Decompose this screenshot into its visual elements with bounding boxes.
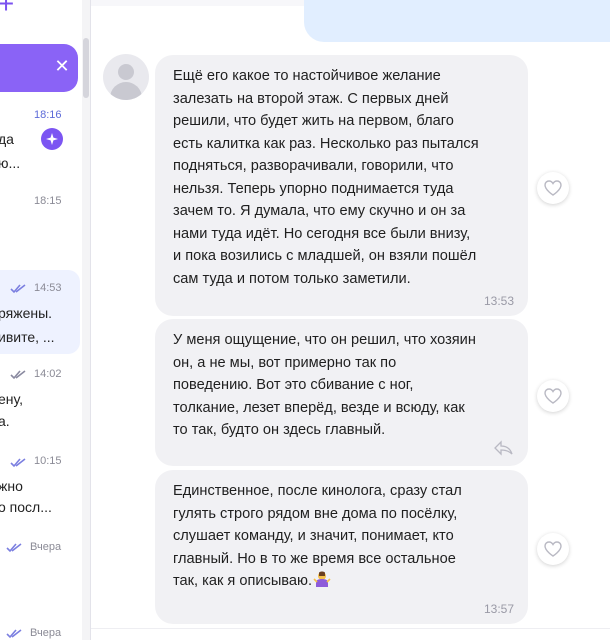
message-text: Ещё его какое то настойчивое желание зал…: [173, 68, 479, 287]
chat-preview-line: ряжены.: [0, 305, 53, 321]
reply-arrow-icon[interactable]: [494, 440, 514, 456]
chat-list-item[interactable]: 10:15 жно о посл...: [0, 448, 80, 532]
chat-preview-line: ивите, ...: [0, 329, 55, 345]
react-heart-button[interactable]: [537, 533, 569, 565]
chat-list-item[interactable]: 18:15: [0, 186, 80, 266]
chat-preview-line: ену,: [0, 391, 24, 407]
chat-list-item[interactable]: Вчера: [0, 622, 80, 640]
chat-time: 10:15: [34, 455, 62, 467]
message-time: 13:57: [483, 602, 514, 616]
incoming-message-bubble[interactable]: У меня ощущение, что он решил, что хозяи…: [155, 319, 528, 466]
sender-avatar[interactable]: [103, 54, 149, 100]
heart-icon: [544, 541, 562, 557]
double-check-icon: [10, 458, 26, 468]
chat-time: 14:53: [34, 282, 62, 294]
double-check-icon: [10, 370, 26, 380]
chat-time: Вчера: [30, 627, 62, 639]
chat-preview-line: жно: [0, 478, 23, 494]
close-icon[interactable]: ✕: [54, 57, 70, 75]
message-text: Единственное, после кинолога, сразу стал…: [173, 480, 510, 593]
chat-list-item-active[interactable]: 14:53 ряжены. ивите, ...: [0, 270, 80, 354]
outgoing-message-bubble[interactable]: [304, 0, 610, 42]
chat-list-item[interactable]: 14:02 ену, а.: [0, 360, 80, 444]
double-check-icon: [10, 284, 26, 294]
chat-time: Вчера: [30, 541, 62, 553]
incoming-message-bubble[interactable]: Ещё его какое то настойчивое желание зал…: [155, 55, 528, 316]
double-check-icon: [6, 629, 22, 639]
chat-time: 14:02: [34, 368, 62, 380]
chat-time: 18:15: [34, 195, 62, 207]
new-chat-plus-icon[interactable]: +: [0, 0, 18, 18]
person-shrugging-emoji-icon: [313, 571, 331, 587]
unread-star-badge-icon: [41, 128, 63, 150]
chat-list-item[interactable]: Вчера: [0, 534, 80, 614]
conversation-panel: Ещё его какое то настойчивое желание зал…: [91, 0, 610, 640]
avatar-head-shape: [118, 64, 134, 80]
composer-edge: [91, 628, 610, 640]
heart-icon: [544, 388, 562, 404]
message-text: У меня ощущение, что он решил, что хозяи…: [173, 332, 476, 438]
double-check-icon: [6, 543, 22, 553]
chat-time: 18:16: [34, 109, 62, 121]
chat-list-item[interactable]: 18:16 да ю...: [0, 100, 80, 180]
sidebar-scrollbar-thumb[interactable]: [83, 38, 89, 98]
react-heart-button[interactable]: [537, 172, 569, 204]
chat-preview-line: а.: [0, 413, 10, 429]
header-edge: [91, 0, 304, 6]
chat-preview-line: о посл...: [0, 499, 52, 515]
message-time: 13:53: [483, 294, 514, 308]
react-heart-button[interactable]: [537, 380, 569, 412]
chat-preview-line: ю...: [0, 155, 21, 171]
chat-list-sidebar: + ✕ 18:16 да ю... 18:15 14:53 ряжены. ив…: [0, 0, 91, 640]
incoming-message-bubble[interactable]: Единственное, после кинолога, сразу стал…: [155, 470, 528, 624]
chat-preview-line: да: [0, 131, 14, 147]
avatar-body-shape: [110, 82, 142, 100]
heart-icon: [544, 180, 562, 196]
